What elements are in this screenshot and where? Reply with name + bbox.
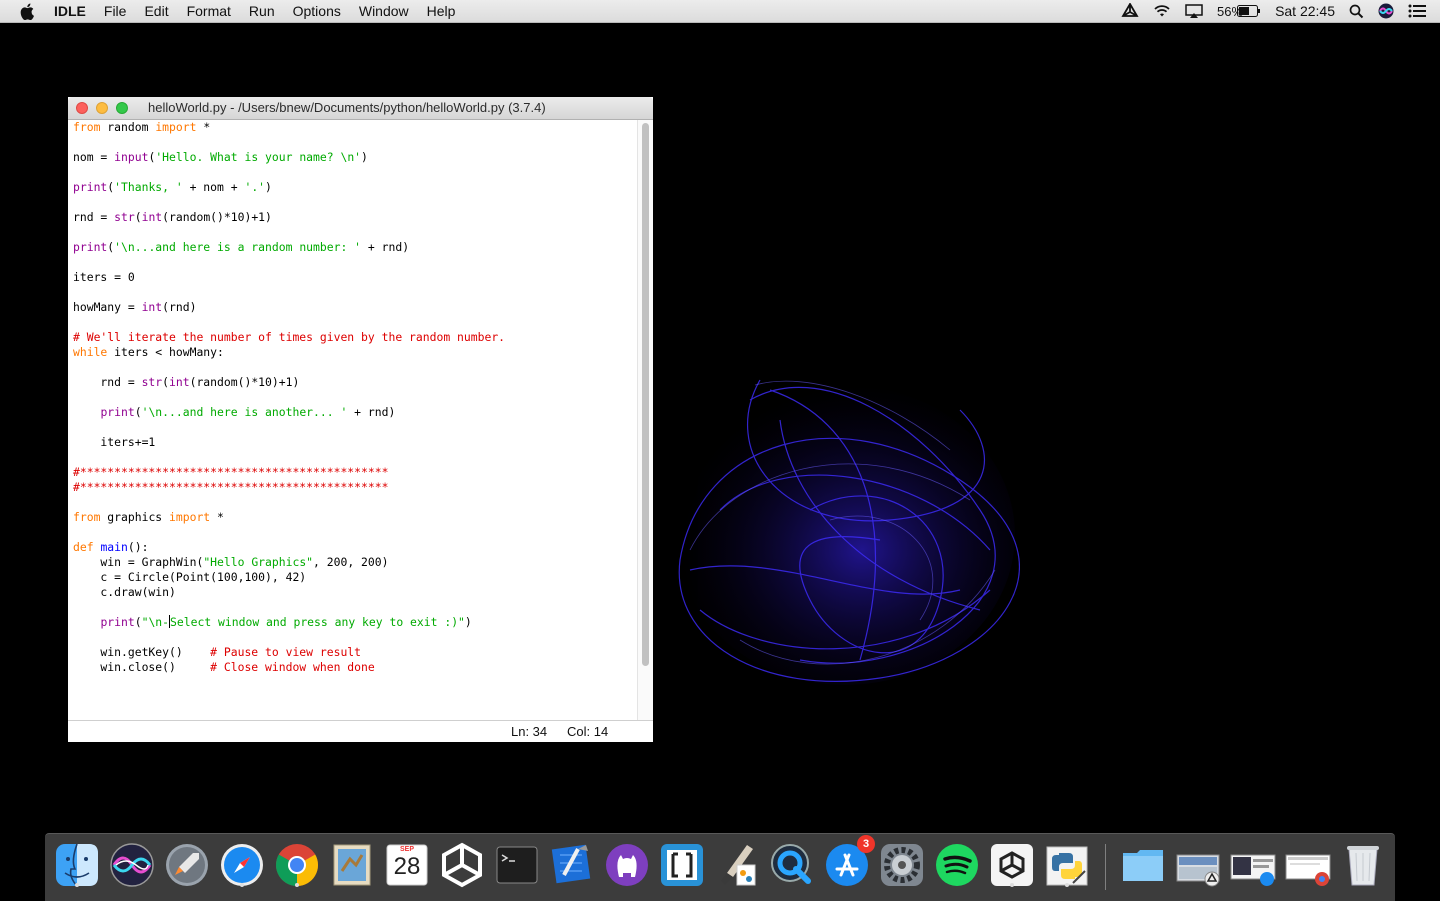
code-line-32: c.draw(win): [73, 585, 176, 599]
code-line-5: print('Thanks, ' + nom + '.'): [73, 180, 272, 194]
code-line-37: win.close() # Close window when done: [73, 660, 375, 674]
minimize-button[interactable]: [96, 102, 108, 114]
safari-document-stack-icon[interactable]: [1229, 841, 1277, 889]
launchpad-icon[interactable]: [163, 841, 211, 889]
vertical-scrollbar[interactable]: [637, 120, 653, 720]
code-line-24: #***************************************…: [73, 465, 389, 479]
close-button[interactable]: [76, 102, 88, 114]
code-line-13: howMany = int(rnd): [73, 300, 197, 314]
notification-center-icon[interactable]: [1408, 4, 1426, 18]
airplay-icon[interactable]: [1185, 3, 1203, 19]
running-indicator: [75, 883, 79, 887]
system-preferences-icon[interactable]: [878, 841, 926, 889]
code-line-30: win = GraphWin("Hello Graphics", 200, 20…: [73, 555, 389, 569]
code-line-36: win.getKey() # Pause to view result: [73, 645, 362, 659]
calendar-icon[interactable]: SEP 28: [383, 841, 431, 889]
code-line-31: c = Circle(Point(100,100), 42): [73, 570, 307, 584]
python-idle-icon[interactable]: [1043, 841, 1091, 889]
menu-format[interactable]: Format: [178, 0, 240, 22]
code-line-7: rnd = str(int(random()*10)+1): [73, 210, 272, 224]
code-line-11: iters = 0: [73, 270, 135, 284]
code-line-29: def main():: [73, 540, 149, 554]
terminal-icon[interactable]: [493, 841, 541, 889]
github-icon[interactable]: [603, 841, 651, 889]
spotify-icon[interactable]: [933, 841, 981, 889]
menu-help[interactable]: Help: [418, 0, 465, 22]
menu-file[interactable]: File: [95, 0, 136, 22]
unity-icon[interactable]: [438, 841, 486, 889]
paintbrush-icon[interactable]: [713, 841, 761, 889]
code-line-27: from graphics import *: [73, 510, 224, 524]
zoom-button[interactable]: [116, 102, 128, 114]
code-line-3: nom = input('Hello. What is your name? \…: [73, 150, 368, 164]
menu-run[interactable]: Run: [240, 0, 284, 22]
unity-hub-icon[interactable]: [988, 841, 1036, 889]
unity-status-icon[interactable]: [1121, 3, 1139, 19]
menu-edit[interactable]: Edit: [135, 0, 177, 22]
scrollbar-thumb[interactable]: [642, 123, 649, 666]
code-line-9: print('\n...and here is a random number:…: [73, 240, 410, 254]
wifi-icon[interactable]: [1153, 4, 1171, 18]
brackets-icon[interactable]: [658, 841, 706, 889]
chrome-icon[interactable]: [273, 841, 321, 889]
calendar-day: 28: [393, 853, 421, 880]
siri-icon[interactable]: [108, 841, 156, 889]
quicktime-icon[interactable]: [768, 841, 816, 889]
downloads-stack-icon[interactable]: [1174, 841, 1222, 889]
menubar-clock[interactable]: Sat 22:45: [1275, 3, 1335, 19]
battery-icon[interactable]: [1237, 5, 1261, 17]
dock-separator: [1105, 844, 1106, 890]
code-line-15: # We'll iterate the number of times give…: [73, 330, 506, 344]
siri-icon[interactable]: [1378, 3, 1394, 19]
window-titlebar[interactable]: helloWorld.py - /Users/bnew/Documents/py…: [68, 97, 653, 120]
app-store-icon[interactable]: 3: [823, 835, 875, 889]
code-editor[interactable]: from random import * nom = input('Hello.…: [68, 120, 638, 720]
menu-options[interactable]: Options: [284, 0, 350, 22]
dock: SEP 28 3: [45, 833, 1395, 901]
status-line-number: Ln: 34: [511, 724, 548, 739]
xcode-icon[interactable]: [548, 841, 596, 889]
status-bar: Ln: 34 Col: 14: [68, 720, 653, 742]
running-indicator: [295, 883, 299, 887]
app-store-badge: 3: [857, 835, 875, 853]
code-line-1: from random import *: [73, 120, 211, 134]
calendar-month: SEP: [399, 846, 414, 853]
code-line-20: print('\n...and here is another... ' + r…: [100, 405, 396, 419]
chrome-document-stack-icon[interactable]: [1284, 841, 1332, 889]
trash-icon[interactable]: [1339, 841, 1387, 889]
running-indicator: [1010, 883, 1014, 887]
menu-window[interactable]: Window: [350, 0, 418, 22]
apple-menu-icon[interactable]: [20, 3, 40, 20]
finder-icon[interactable]: [53, 841, 101, 889]
code-line-34: print("\n-Select window and press any ke…: [100, 615, 472, 629]
menu-app-name[interactable]: IDLE: [54, 0, 95, 22]
window-title: helloWorld.py - /Users/bnew/Documents/py…: [148, 100, 546, 115]
status-column-number: Col: 14: [567, 724, 609, 739]
safari-icon[interactable]: [218, 841, 266, 889]
mail-icon[interactable]: [328, 841, 376, 889]
idle-editor-window: helloWorld.py - /Users/bnew/Documents/py…: [68, 97, 653, 742]
folder-icon[interactable]: [1119, 841, 1167, 889]
desktop-wallpaper-art: [675, 379, 1020, 685]
menu-bar: IDLE File Edit Format Run Options Window…: [0, 0, 1440, 23]
running-indicator: [240, 883, 244, 887]
spotlight-search-icon[interactable]: [1349, 4, 1364, 19]
code-line-18: rnd = str(int(random()*10)+1): [73, 375, 300, 389]
code-line-22: iters+=1: [73, 435, 156, 449]
code-line-25: #***************************************…: [73, 480, 389, 494]
running-indicator: [1065, 883, 1069, 887]
code-line-16: while iters < howMany:: [73, 345, 224, 359]
